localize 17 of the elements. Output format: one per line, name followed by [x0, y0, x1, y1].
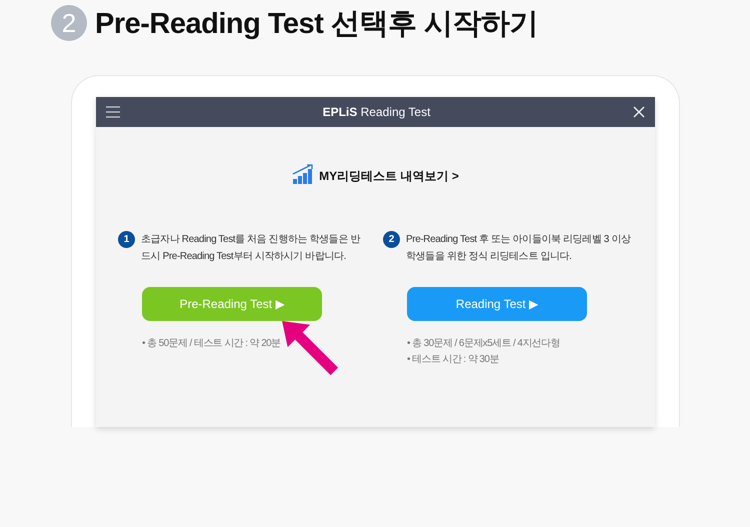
test-info-note: • 총 30문제 / 6문제x5세트 / 4지선다형 — [407, 337, 561, 350]
menu-icon[interactable] — [106, 106, 120, 118]
step-number-badge: 1 — [118, 231, 135, 248]
test-info-note: • 테스트 시간 : 약 30분 — [407, 353, 500, 366]
pointer-arrow-icon — [282, 321, 340, 377]
start-test-button[interactable]: Reading Test ▶ — [407, 287, 587, 321]
step-number-badge: 2 — [383, 231, 400, 248]
test-history-link[interactable]: MY리딩테스트 내역보기 > — [319, 167, 459, 185]
test-info-note: • 총 50문제 / 테스트 시간 : 약 20분 — [142, 337, 282, 350]
test-description: Pre-Reading Test 후 또는 아이들이북 리딩레벨 3 이상 학생들을 위한 정식 리딩테스트 입니다. — [406, 233, 632, 264]
test-description: 초급자나 Reading Test를 처음 진행하는 학생들은 반드시 Pre-Reading Test부터 시작하시기 바랍니다. — [141, 233, 362, 264]
window-title: EPLiS Reading Test — [322, 104, 430, 121]
start-test-button[interactable]: Pre-Reading Test ▶ — [142, 287, 322, 321]
step-number-badge: 2 — [51, 5, 87, 41]
bar-chart-icon — [292, 164, 314, 184]
close-icon[interactable] — [632, 106, 645, 118]
step-title: Pre-Reading Test 선택후 시작하기 — [95, 7, 538, 42]
